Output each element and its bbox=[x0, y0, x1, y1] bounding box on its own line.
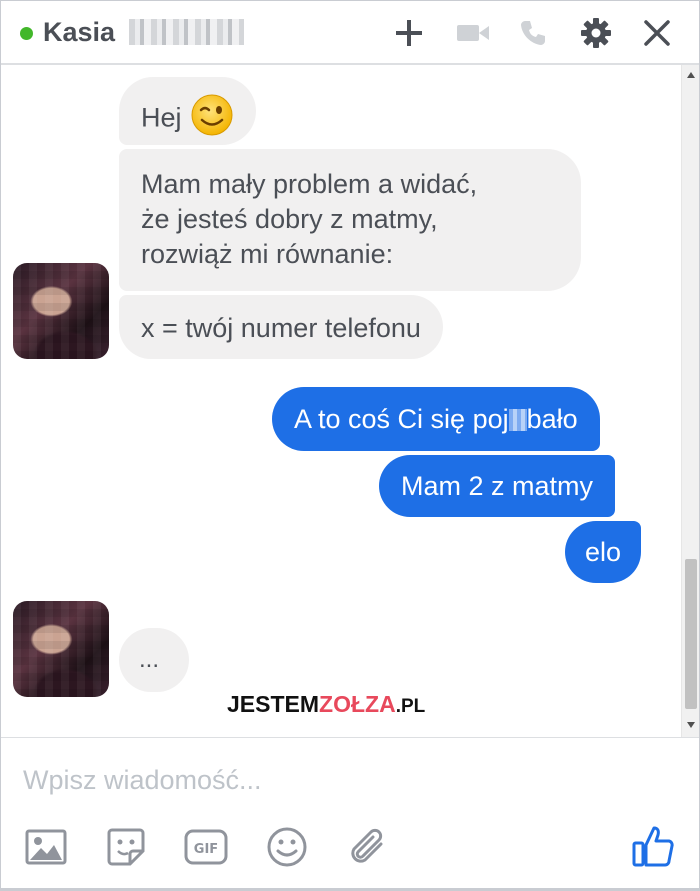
message-text: Hej bbox=[141, 102, 182, 133]
message-incoming: x = twój numer telefonu bbox=[119, 295, 443, 359]
chat-header: Kasia bbox=[1, 1, 699, 65]
watermark-logo: JESTEMZOŁZA.PL bbox=[227, 691, 425, 718]
typing-indicator: ... bbox=[119, 628, 189, 692]
scroll-up-arrow-icon[interactable] bbox=[687, 72, 695, 78]
message-incoming: Hej bbox=[119, 77, 256, 145]
message-outgoing: A to coś Ci się poj bało bbox=[272, 387, 600, 451]
message-text: A to coś Ci się poj bbox=[294, 404, 509, 434]
message-line: rozwiąż mi równanie: bbox=[141, 239, 394, 269]
message-input[interactable]: Wpisz wiadomość... bbox=[23, 765, 262, 796]
thumbs-up-icon[interactable] bbox=[629, 821, 679, 871]
watermark-accent-text: ZOŁZA bbox=[319, 691, 396, 717]
photo-icon[interactable] bbox=[23, 824, 69, 870]
gear-icon[interactable] bbox=[576, 13, 616, 53]
scroll-thumb[interactable] bbox=[685, 559, 697, 709]
message-line: Mam mały problem a widać, bbox=[141, 169, 478, 199]
window-bottom-border bbox=[1, 888, 700, 890]
message-text: bało bbox=[526, 404, 578, 434]
video-call-icon[interactable] bbox=[453, 13, 493, 53]
message-incoming: Mam mały problem a widać, że jesteś dobr… bbox=[119, 149, 581, 291]
composer-divider bbox=[1, 737, 699, 738]
audio-call-icon[interactable] bbox=[513, 13, 553, 53]
attachment-icon[interactable] bbox=[345, 824, 391, 870]
censored-surname bbox=[129, 19, 244, 45]
online-status-dot bbox=[20, 27, 33, 40]
message-outgoing: elo bbox=[565, 521, 642, 583]
scroll-down-arrow-icon[interactable] bbox=[687, 722, 695, 728]
add-person-icon[interactable] bbox=[389, 13, 429, 53]
emoji-icon[interactable] bbox=[264, 824, 310, 870]
chat-window: Kasia Hej Mam mały problem a widać, że j… bbox=[0, 0, 700, 891]
contact-name[interactable]: Kasia bbox=[43, 15, 115, 49]
message-text: Mam 2 z matmy bbox=[401, 471, 594, 501]
censored-letter bbox=[508, 409, 527, 431]
sticker-icon[interactable] bbox=[103, 824, 149, 870]
message-scrollbar[interactable] bbox=[681, 65, 699, 737]
message-text: x = twój numer telefonu bbox=[141, 313, 421, 343]
watermark-text: JESTEM bbox=[227, 691, 320, 717]
message-outgoing: Mam 2 z matmy bbox=[379, 455, 616, 517]
watermark-suffix: .PL bbox=[395, 696, 426, 717]
svg-text:GIF: GIF bbox=[194, 842, 218, 857]
gif-icon[interactable]: GIF bbox=[183, 824, 229, 870]
close-icon[interactable] bbox=[637, 13, 677, 53]
winking-face-emoji-icon bbox=[190, 93, 234, 146]
message-line: że jesteś dobry z matmy, bbox=[141, 204, 438, 234]
contact-avatar[interactable] bbox=[13, 263, 109, 359]
typing-dots: ... bbox=[139, 646, 160, 673]
message-text: elo bbox=[585, 537, 622, 567]
contact-avatar[interactable] bbox=[13, 601, 109, 697]
